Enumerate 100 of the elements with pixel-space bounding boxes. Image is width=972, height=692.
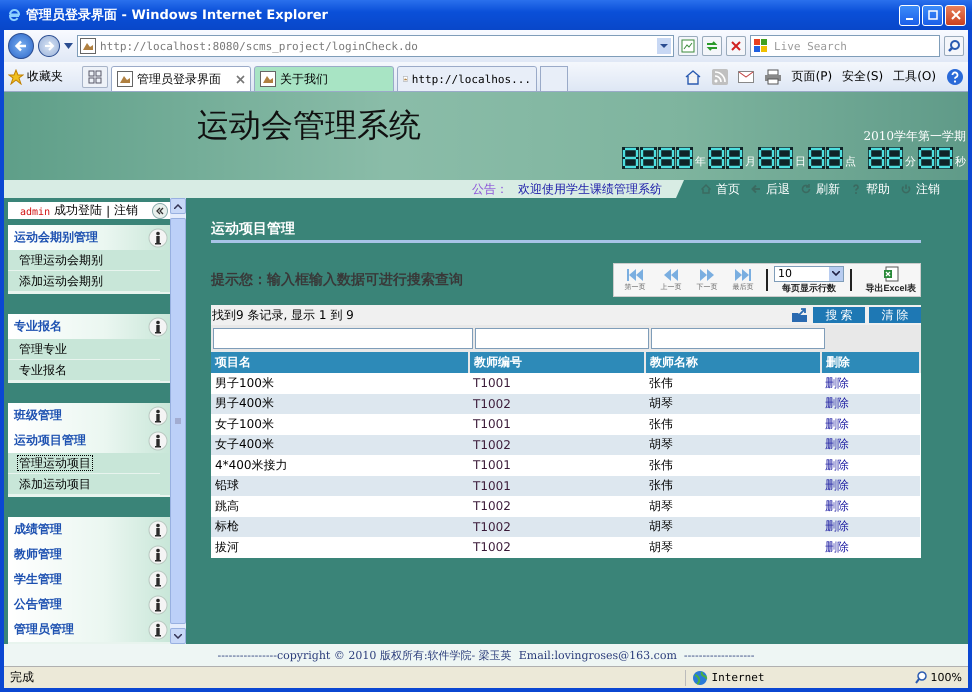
delete-link[interactable]: 删除: [825, 498, 849, 513]
filter-field[interactable]: [213, 328, 473, 349]
clock-unit: 秒: [955, 154, 966, 169]
address-field[interactable]: http://localhost:8080/scms_project/loginCheck.do: [77, 35, 674, 57]
table-cell: 女子400米: [211, 434, 469, 455]
browser-tab[interactable]: http://localhos...: [397, 66, 537, 91]
table-cell: T1002: [469, 394, 645, 414]
copyright-footer: ----------------copyright © 2010 版权所有:软件学院- 梁玉英 Email:lovingroses@163.com -------------------: [4, 644, 968, 666]
delete-link[interactable]: 删除: [825, 478, 849, 492]
dropdown-caret-icon[interactable]: [64, 43, 73, 49]
search-button[interactable]: [944, 36, 964, 56]
close-icon[interactable]: [236, 74, 245, 84]
table-cell: 张伟: [645, 455, 821, 476]
info-icon[interactable]: [148, 228, 168, 248]
table-cell: 胡琴: [645, 496, 821, 516]
collapse-icon[interactable]: [152, 202, 168, 218]
login-status: 成功登陆: [54, 202, 102, 219]
info-icon[interactable]: [148, 406, 168, 426]
nav-link[interactable]: 注销: [898, 180, 940, 198]
page-title: 运动项目管理: [211, 220, 921, 243]
status-text: 完成: [10, 669, 34, 686]
search-button[interactable]: 搜 索: [813, 307, 865, 323]
compatibility-button[interactable]: [678, 36, 698, 56]
table-cell: T1002: [469, 516, 645, 537]
delete-link[interactable]: 删除: [825, 416, 849, 431]
page-icon: [80, 38, 96, 54]
menu-item[interactable]: 添加运动项目: [8, 474, 160, 495]
table-cell: 铅球: [211, 476, 469, 496]
column-header: 项目名: [211, 352, 469, 373]
back-button[interactable]: [8, 33, 34, 59]
favorites-button[interactable]: 收藏夹: [8, 68, 63, 85]
nav-link[interactable]: 首页: [698, 180, 740, 198]
delete-link[interactable]: 删除: [825, 437, 849, 452]
table-cell: 胡琴: [645, 516, 821, 537]
scroll-up-button[interactable]: [170, 198, 186, 214]
refresh-button[interactable]: [702, 36, 722, 56]
dropdown-caret-icon[interactable]: [657, 38, 671, 54]
separator: |: [106, 204, 110, 218]
printer-icon[interactable]: [764, 68, 782, 84]
table-cell: 张伟: [645, 414, 821, 434]
delete-link[interactable]: 删除: [825, 458, 849, 472]
info-icon[interactable]: [148, 520, 168, 540]
menu-item[interactable]: 专业报名: [8, 360, 160, 381]
logout-link[interactable]: 注销: [114, 202, 138, 219]
search-box[interactable]: Live Search: [750, 35, 940, 57]
column-header: 删除: [821, 352, 920, 373]
menu-item[interactable]: 管理专业: [8, 339, 160, 360]
filter-field[interactable]: [475, 328, 649, 349]
clear-button[interactable]: 清 除: [869, 307, 921, 323]
lcd-digits-drawing: [708, 147, 743, 169]
minimize-button[interactable]: [899, 4, 920, 26]
table-cell: 张伟: [645, 373, 821, 394]
delete-link[interactable]: 删除: [825, 396, 849, 410]
command-menu[interactable]: 安全(S): [842, 68, 884, 85]
table-cell: 胡琴: [645, 434, 821, 455]
nav-link[interactable]: 帮助: [848, 180, 890, 198]
delete-link[interactable]: 删除: [825, 540, 849, 554]
scroll-down-button[interactable]: [170, 628, 186, 644]
browser-tab[interactable]: 关于我们: [254, 66, 394, 91]
menu-item[interactable]: 管理运动会期别: [8, 250, 160, 271]
folder-arrow-icon[interactable]: [791, 307, 809, 323]
maximize-button[interactable]: [922, 4, 943, 26]
forward-button[interactable]: [38, 35, 60, 57]
info-icon[interactable]: [148, 594, 168, 614]
quick-tabs-button[interactable]: [82, 66, 108, 88]
command-menu[interactable]: 工具(O): [893, 68, 936, 85]
command-menu[interactable]: 页面(P): [792, 68, 832, 85]
table-cell: T1001: [469, 373, 645, 394]
info-icon[interactable]: [148, 430, 168, 450]
column-header: 教师名称: [645, 352, 821, 373]
info-icon[interactable]: [148, 570, 168, 590]
nav-link[interactable]: 刷新: [798, 180, 840, 198]
zoom-control[interactable]: 100%: [914, 671, 962, 684]
export-button[interactable]: 导出Excel表: [865, 266, 916, 294]
home-icon[interactable]: [684, 68, 702, 84]
system-title: 运动会管理系统: [197, 105, 421, 146]
table-cell: T1002: [469, 434, 645, 455]
page-size-select[interactable]: 10: [774, 266, 844, 282]
menu-item[interactable]: 管理运动项目: [8, 453, 160, 474]
star-icon: [8, 68, 24, 84]
close-button[interactable]: [945, 4, 966, 26]
info-icon[interactable]: [148, 544, 168, 564]
filter-field[interactable]: [651, 328, 825, 349]
nav-link[interactable]: 后退: [748, 180, 790, 198]
table-cell: T1001: [469, 476, 645, 496]
info-icon[interactable]: [148, 316, 168, 336]
help-icon[interactable]: [946, 68, 964, 86]
stop-button[interactable]: [726, 36, 746, 56]
table-cell: 跳高: [211, 496, 469, 516]
browser-tab[interactable]: 管理员登录界面: [111, 66, 251, 91]
grip-icon: [175, 418, 181, 424]
delete-link[interactable]: 删除: [825, 519, 849, 534]
stop-icon: [730, 40, 742, 52]
back-arrow-icon: [14, 39, 28, 53]
delete-link[interactable]: 删除: [825, 376, 849, 390]
close-icon: [950, 10, 960, 20]
mail-icon[interactable]: [738, 70, 754, 82]
notice-text: 欢迎使用学生课绩管理系纺: [518, 180, 662, 198]
info-icon[interactable]: [148, 620, 168, 640]
menu-item[interactable]: 添加运动会期别: [8, 271, 160, 292]
